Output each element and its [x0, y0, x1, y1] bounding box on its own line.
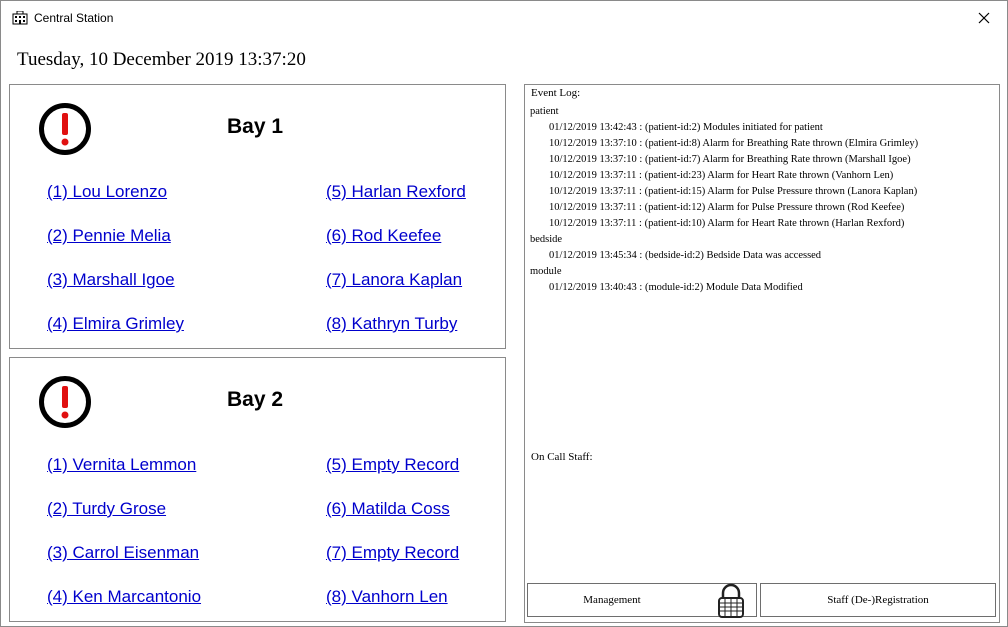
alarm-exclamation-icon: [39, 103, 91, 155]
log-entry: 10/12/2019 13:37:11 : (patient-id:12) Al…: [549, 202, 905, 213]
management-button-label: Management: [583, 594, 641, 606]
central-station-window: Central Station Tuesday, 10 December 201…: [0, 0, 1008, 627]
lock-icon: [718, 583, 744, 618]
patient-link-bay1-8[interactable]: (8) Kathryn Turby: [326, 314, 457, 334]
staff-registration-button-label: Staff (De-)Registration: [827, 594, 929, 606]
event-log-list[interactable]: patient 01/12/2019 13:42:43 : (patient-i…: [530, 104, 990, 296]
log-entry: 01/12/2019 13:45:34 : (bedside-id:2) Bed…: [549, 250, 822, 261]
alarm-exclamation-icon: [39, 376, 91, 428]
current-datetime: Tuesday, 10 December 2019 13:37:20: [17, 49, 306, 70]
log-category: bedside: [530, 234, 563, 245]
event-log-panel: Event Log: patient 01/12/2019 13:42:43 :…: [524, 84, 1000, 623]
staff-registration-button[interactable]: Staff (De-)Registration: [760, 583, 996, 617]
patient-link-bay1-2[interactable]: (2) Pennie Melia: [47, 226, 171, 246]
patient-link-bay2-8[interactable]: (8) Vanhorn Len: [326, 587, 448, 607]
patient-link-bay1-4[interactable]: (4) Elmira Grimley: [47, 314, 184, 334]
patient-link-bay2-2[interactable]: (2) Turdy Grose: [47, 499, 166, 519]
log-category: module: [530, 266, 562, 277]
bay-title: Bay 2: [227, 388, 284, 411]
log-entry: 10/12/2019 13:37:11 : (patient-id:10) Al…: [549, 218, 905, 229]
log-category: patient: [530, 106, 559, 117]
patient-link-bay1-7[interactable]: (7) Lanora Kaplan: [326, 270, 462, 290]
patient-link-bay2-4[interactable]: (4) Ken Marcantonio: [47, 587, 201, 607]
patient-link-bay1-3[interactable]: (3) Marshall Igoe: [47, 270, 175, 290]
management-button[interactable]: Management: [527, 583, 757, 618]
bay-title: Bay 1: [227, 115, 284, 138]
log-entry: 10/12/2019 13:37:11 : (patient-id:15) Al…: [549, 186, 918, 197]
log-entry: 01/12/2019 13:40:43 : (module-id:2) Modu…: [549, 282, 803, 293]
patient-link-bay2-7[interactable]: (7) Empty Record: [326, 543, 459, 563]
event-log-heading: Event Log:: [531, 87, 581, 99]
window-title: Central Station: [34, 11, 114, 25]
patient-link-bay1-6[interactable]: (6) Rod Keefee: [326, 226, 441, 246]
log-entry: 10/12/2019 13:37:10 : (patient-id:7) Ala…: [549, 154, 911, 165]
patient-link-bay2-5[interactable]: (5) Empty Record: [326, 455, 459, 475]
close-icon: [978, 12, 990, 23]
patient-link-bay2-6[interactable]: (6) Matilda Coss: [326, 499, 450, 519]
title-bar: Central Station: [1, 1, 1007, 35]
patient-link-bay2-3[interactable]: (3) Carrol Eisenman: [47, 543, 199, 563]
patient-link-bay1-5[interactable]: (5) Harlan Rexford: [326, 182, 466, 202]
patient-link-bay1-1[interactable]: (1) Lou Lorenzo: [47, 182, 167, 202]
building-icon: [12, 10, 28, 25]
close-button[interactable]: [961, 1, 1007, 34]
patient-link-bay2-1[interactable]: (1) Vernita Lemmon: [47, 455, 196, 475]
bay-panel-1: Bay 1 (1) Lou Lorenzo (2) Pennie Melia (…: [9, 84, 506, 349]
log-entry: 10/12/2019 13:37:11 : (patient-id:23) Al…: [549, 170, 894, 181]
log-entry: 01/12/2019 13:42:43 : (patient-id:2) Mod…: [549, 122, 823, 133]
log-entry: 10/12/2019 13:37:10 : (patient-id:8) Ala…: [549, 138, 919, 149]
on-call-staff-heading: On Call Staff:: [531, 451, 593, 463]
bay-panel-2: Bay 2 (1) Vernita Lemmon (2) Turdy Grose…: [9, 357, 506, 622]
